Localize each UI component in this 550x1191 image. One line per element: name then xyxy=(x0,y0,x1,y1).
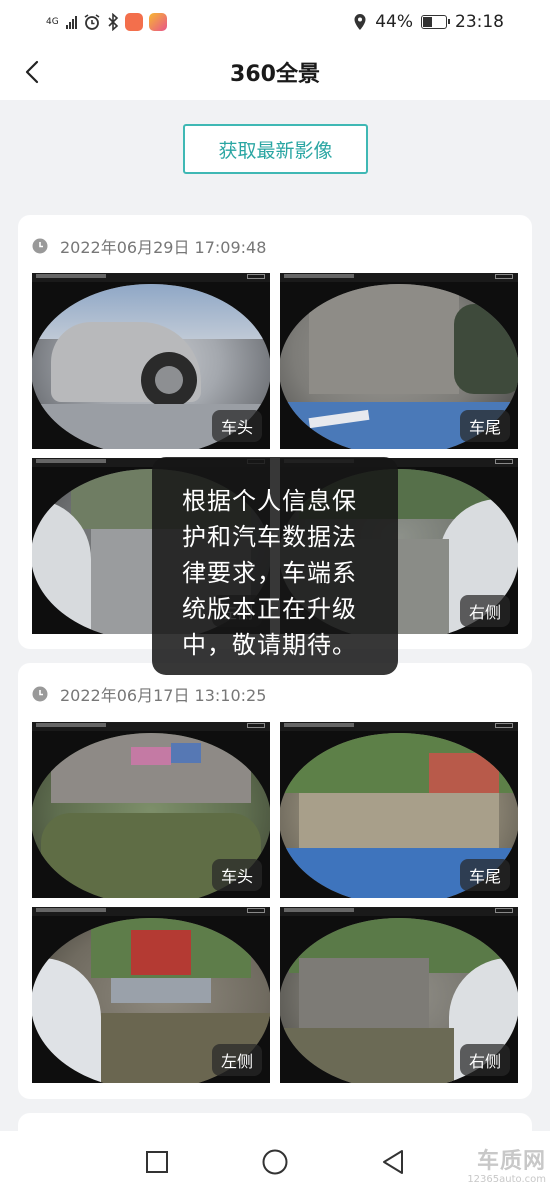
clock-time: 23:18 xyxy=(455,12,504,32)
snapshot-time: 2022年06月17日 13:10:25 xyxy=(60,686,267,705)
camera-view-rear[interactable]: 车尾 xyxy=(280,273,518,449)
camera-label: 车尾 xyxy=(459,410,510,442)
camera-view-right[interactable]: 右侧 xyxy=(280,907,518,1083)
clock-icon xyxy=(32,238,48,254)
camera-view-front[interactable]: 车头 xyxy=(32,722,270,898)
status-icons-left: 4G xyxy=(46,13,167,31)
alarm-icon xyxy=(84,14,100,30)
snapshot-time: 2022年06月29日 17:09:48 xyxy=(60,238,267,257)
circle-icon xyxy=(262,1149,288,1175)
page-title: 360全景 xyxy=(230,62,320,87)
signal-icon xyxy=(66,15,77,29)
watermark-url: 12365auto.com xyxy=(467,1174,546,1185)
recent-apps-button[interactable] xyxy=(143,1148,171,1176)
system-nav-bar: 车质网 12365auto.com xyxy=(0,1131,550,1191)
battery-icon xyxy=(421,15,450,29)
network-type: 4G xyxy=(46,16,59,27)
camera-label: 车头 xyxy=(211,859,262,891)
snapshot-card: 2022年06月17日 13:10:25 车头 车尾 左侧 右侧 xyxy=(18,663,532,1099)
watermark: 车质网 12365auto.com xyxy=(467,1149,546,1186)
home-button[interactable] xyxy=(261,1148,289,1176)
snapshot-time-row: 2022年06月29日 17:09:48 xyxy=(32,234,266,258)
camera-view-front[interactable]: 车头 xyxy=(32,273,270,449)
app-header: 360全景 xyxy=(0,44,550,100)
camera-view-rear[interactable]: 车尾 xyxy=(280,722,518,898)
status-bar: 4G 44% 23:18 xyxy=(0,0,550,44)
camera-label: 右侧 xyxy=(459,1044,510,1076)
location-icon xyxy=(354,14,366,30)
square-icon xyxy=(146,1151,168,1173)
camera-label: 左侧 xyxy=(211,1044,262,1076)
status-icons-right: 44% 23:18 xyxy=(353,12,504,32)
camera-label: 车尾 xyxy=(459,859,510,891)
camera-label: 车头 xyxy=(211,410,262,442)
triangle-back-icon xyxy=(383,1150,403,1174)
upgrade-notice-toast: 根据个人信息保护和汽车数据法律要求，车端系统版本正在升级中，敬请期待。 xyxy=(152,457,398,675)
back-button[interactable] xyxy=(14,54,50,90)
clock-icon xyxy=(32,686,48,702)
health-app-icon xyxy=(125,13,143,31)
snapshot-time-row: 2022年06月17日 13:10:25 xyxy=(32,682,266,706)
battery-percent: 44% xyxy=(375,12,413,32)
camera-view-left[interactable]: 左侧 xyxy=(32,907,270,1083)
back-arrow-icon xyxy=(25,60,39,84)
watermark-text: 车质网 xyxy=(476,1149,546,1174)
app-store-icon xyxy=(149,13,167,31)
back-nav-button[interactable] xyxy=(379,1148,407,1176)
bluetooth-icon xyxy=(108,13,119,31)
fetch-latest-image-button[interactable]: 获取最新影像 xyxy=(183,124,368,174)
camera-label: 右侧 xyxy=(459,595,510,627)
